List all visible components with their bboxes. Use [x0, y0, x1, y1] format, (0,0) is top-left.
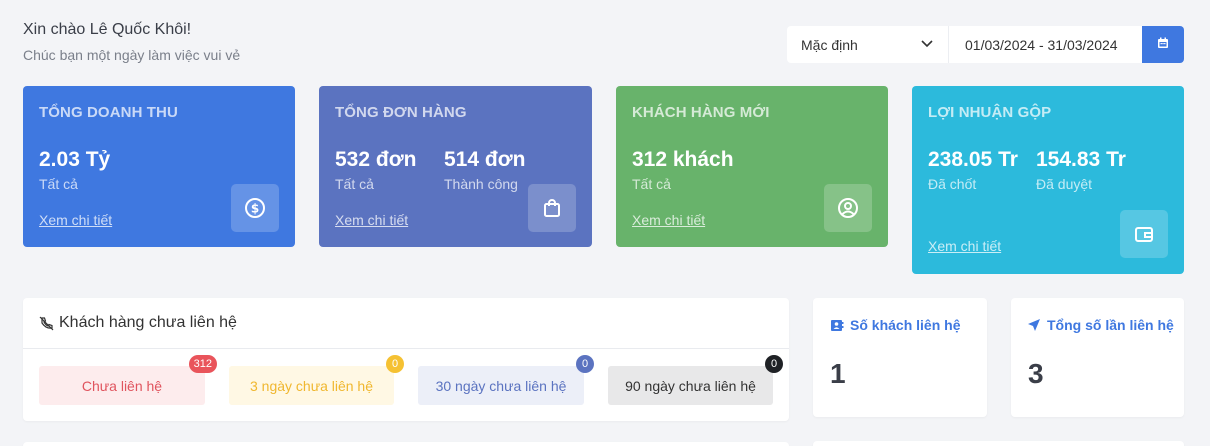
- ninety-days-pill[interactable]: 90 ngày chưa liên hệ 0: [608, 355, 783, 405]
- view-details-link[interactable]: Xem chi tiết: [928, 238, 1001, 254]
- period-select[interactable]: Mặc định: [787, 26, 949, 63]
- count-badge: 0: [576, 355, 594, 373]
- not-contacted-pill[interactable]: Chưa liên hệ 312: [39, 355, 217, 405]
- three-days-pill[interactable]: 3 ngày chưa liên hệ 0: [229, 355, 404, 405]
- metric-label: Đã chốt: [928, 176, 977, 192]
- calendar-button[interactable]: [1142, 26, 1184, 63]
- total-contacts-stat: Tổng số lần liên hệ 3: [1011, 298, 1184, 417]
- stat-title-text: Số khách liên hệ: [850, 317, 961, 333]
- uncontacted-customers-panel: Khách hàng chưa liên hệ Chưa liên hệ 312…: [23, 298, 789, 421]
- stat-title: Tổng số lần liên hệ: [1027, 317, 1174, 333]
- orders-card: TỔNG ĐƠN HÀNG 532 đơn Tất cả 514 đơn Thà…: [319, 86, 592, 247]
- wallet-icon: [1120, 210, 1168, 258]
- next-panel-left: [23, 442, 789, 446]
- user-circle-icon: [824, 184, 872, 232]
- metric-label: Tất cả: [632, 176, 671, 192]
- metric-label: Đã duyệt: [1036, 176, 1093, 192]
- send-icon: [1027, 318, 1041, 332]
- greeting-subtitle: Chúc bạn một ngày làm việc vui vẻ: [23, 47, 241, 63]
- date-filter-bar: Mặc định 01/03/2024 - 31/03/2024: [787, 26, 1184, 63]
- count-badge: 312: [188, 355, 217, 373]
- chevron-down-icon: [920, 36, 934, 53]
- stat-value: 1: [830, 358, 846, 389]
- metric-label: Tất cả: [39, 176, 78, 192]
- date-range-value: 01/03/2024 - 31/03/2024: [965, 36, 1118, 53]
- card-title: KHÁCH HÀNG MỚI: [632, 104, 770, 121]
- next-panel-right: [813, 441, 1184, 446]
- profit-closed-metric: 238.05 Tr Đã chốt: [928, 147, 1018, 192]
- orders-success-metric: 514 đơn Thành công: [444, 147, 525, 192]
- panel-header: Khách hàng chưa liên hệ: [23, 298, 789, 349]
- card-title: TỔNG DOANH THU: [39, 104, 178, 121]
- stat-title-text: Tổng số lần liên hệ: [1047, 317, 1174, 333]
- contacted-customers-stat: Số khách liên hệ 1: [813, 298, 987, 417]
- greeting-title: Xin chào Lê Quốc Khôi!: [23, 21, 192, 38]
- panel-title: Khách hàng chưa liên hệ: [59, 314, 237, 331]
- new-customers-card: KHÁCH HÀNG MỚI 312 khách Tất cả Xem chi …: [616, 86, 888, 247]
- pill-label: 3 ngày chưa liên hệ: [249, 377, 373, 394]
- revenue-metric: 2.03 Tỷ Tất cả: [39, 147, 110, 192]
- contact-book-icon: [830, 319, 844, 332]
- period-select-value: Mặc định: [801, 36, 858, 53]
- revenue-card: TỔNG DOANH THU 2.03 Tỷ Tất cả Xem chi ti…: [23, 86, 295, 247]
- pill-label: Chưa liên hệ: [81, 377, 163, 394]
- count-badge: 0: [765, 355, 783, 373]
- count-badge: 0: [386, 355, 404, 373]
- view-details-link[interactable]: Xem chi tiết: [632, 212, 705, 228]
- dollar-icon: $: [231, 184, 279, 232]
- pill-label: 30 ngày chưa liên hệ: [435, 377, 567, 394]
- phone-off-icon: [39, 316, 54, 331]
- orders-total-metric: 532 đơn Tất cả: [335, 147, 416, 192]
- date-range-input[interactable]: 01/03/2024 - 31/03/2024: [949, 26, 1142, 63]
- metric-value: 2.03 Tỷ: [39, 148, 111, 171]
- metric-value: 154.83 Tr: [1036, 148, 1126, 171]
- customers-metric: 312 khách Tất cả: [632, 147, 734, 192]
- profit-approved-metric: 154.83 Tr Đã duyệt: [1036, 147, 1126, 192]
- view-details-link[interactable]: Xem chi tiết: [335, 212, 408, 228]
- calendar-icon: [1157, 36, 1169, 54]
- card-title: LỢI NHUẬN GỘP: [928, 104, 1052, 121]
- card-title: TỔNG ĐƠN HÀNG: [335, 104, 467, 121]
- shopping-bag-icon: [528, 184, 576, 232]
- stat-value: 3: [1028, 358, 1044, 389]
- stat-title: Số khách liên hệ: [830, 317, 960, 333]
- pill-label: 90 ngày chưa liên hệ: [625, 377, 756, 394]
- metric-value: 238.05 Tr: [928, 148, 1018, 171]
- metric-value: 312 khách: [632, 148, 734, 171]
- metric-value: 514 đơn: [444, 148, 526, 171]
- thirty-days-pill[interactable]: 30 ngày chưa liên hệ 0: [418, 355, 594, 405]
- gross-profit-card: LỢI NHUẬN GỘP 238.05 Tr Đã chốt 154.83 T…: [912, 86, 1184, 274]
- view-details-link[interactable]: Xem chi tiết: [39, 212, 112, 228]
- metric-label: Tất cả: [335, 176, 374, 192]
- metric-label: Thành công: [444, 176, 518, 192]
- svg-text:$: $: [251, 202, 259, 216]
- metric-value: 532 đơn: [335, 148, 417, 171]
